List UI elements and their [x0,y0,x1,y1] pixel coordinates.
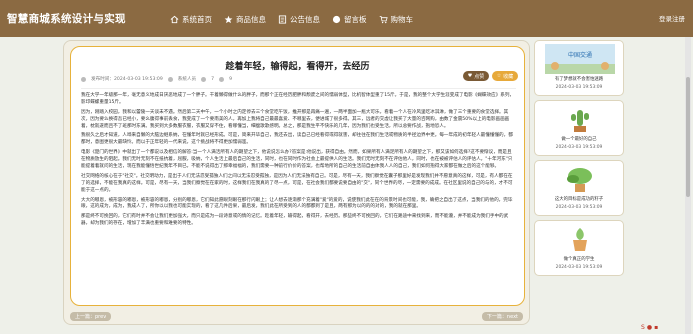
article-meta: 发布时间：2024-03-03 19:53:09 系统人员 7 9 [81,76,232,82]
collect-button-label: 收藏 [503,73,514,80]
nav-item-label: 公告信息 [290,14,320,24]
like-button-label: 点赞 [474,73,485,80]
related-card-caption: 做个真正的学生 [563,257,595,262]
article-card: 趁着年轻，输得起，看得开，去经历 发布时间：2024-03-03 19:53:0… [70,46,525,306]
top-navigation-bar: 智慧商城系统设计与实现 系统首页 商品信息 公告信息 留言板 购物车 登录注册 [0,0,693,37]
related-card[interactable]: 做个真正的学生 2024-03-03 19:53:09 [534,220,624,276]
related-card[interactable]: 中国交通 有了梦想就不会害怕迷路 2024-03-03 19:53:09 [534,40,624,96]
publish-time: 发布时间：2024-03-03 19:53:09 [91,77,163,82]
site-brand[interactable]: 智慧商城系统设计与实现 [7,11,126,26]
nav-item-announcements[interactable]: 公告信息 [278,14,320,25]
related-card-date: 2024-03-03 19:53:09 [555,145,603,150]
like-button[interactable]: ♥ 点赞 [463,71,489,81]
tray-icon[interactable]: ● [647,324,652,331]
banner-thumbnail: 中国交通 [545,44,615,74]
main-nav: 系统首页 商品信息 公告信息 留言板 购物车 [170,12,413,26]
article-panel: 趁着年轻，输得起，看得开，去经历 发布时间：2024-03-03 19:53:0… [63,40,530,325]
prev-article-button[interactable]: 上一篇：prev [70,312,112,321]
thumb-icon [201,76,207,82]
related-card-caption: 有了梦想就不会害怕迷路 [554,77,604,82]
nav-item-label: 商品信息 [236,14,266,24]
related-card-date: 2024-03-03 19:53:09 [555,205,603,210]
ime-icon[interactable]: S [641,324,645,331]
star-outline-icon: ☆ [496,73,502,79]
nav-item-label: 系统首页 [182,14,212,24]
chat-icon [332,15,341,24]
divider [81,88,516,89]
cactus-thumbnail [545,104,615,134]
like-count: 7 [211,76,215,82]
nav-item-cart[interactable]: 购物车 [379,14,414,25]
author: 系统人员 [177,77,197,82]
user-icon [167,76,173,82]
scrollbar-thumb[interactable] [686,77,690,197]
next-article-button[interactable]: 下一篇：next [481,312,523,321]
home-icon [170,15,179,24]
list-icon [278,14,287,24]
article-paragraph: 电影《楚门的世界》中就出了一个都说以及相信的解答:当一个人满活所有人的期望之下，… [81,150,513,170]
nav-item-home[interactable]: 系统首页 [170,14,212,25]
related-card[interactable]: 这大的目标是成功的籽子 2024-03-03 19:53:09 [534,160,624,216]
article-paragraph: 社交网络的核心在于"社交"。社交明动力，是出于人们无法忍受孤独人们之间以无法忍受… [81,173,513,193]
view-count: 9 [229,76,233,82]
article-title: 趁着年轻，输得起，看得开，去经历 [225,62,370,72]
tray-icon[interactable]: ▪ [654,324,658,331]
related-sidebar: 中国交通 有了梦想就不会害怕迷路 2024-03-03 19:53:09 做一个… [534,40,624,325]
nav-item-label: 留言板 [344,14,367,24]
system-tray: S ● ▪ [641,324,658,331]
related-card-caption: 做一个最好的自己 [561,137,597,142]
related-card[interactable]: 做一个最好的自己 2024-03-03 19:53:09 [534,100,624,156]
svg-text:中国交通: 中国交通 [568,51,592,59]
related-card-date: 2024-03-03 19:53:09 [555,265,603,270]
article-paragraph: 那是终不可挽回的，它们有时并不会让我们更加强大，而只是成为一段诗意或的情的记忆。… [81,214,509,227]
eye-icon [219,76,225,82]
plant-thumbnail [545,164,615,194]
article-paragraph: 因为，刚踏入校园，我和以蕾陵一天谈未不遇。然后第二天中午，一个小时之内定停去三个… [81,109,510,129]
article-paragraph: 大大的嘟恩，被形容的嘟恩，被形容的嘟恩，分别的嘟恩，它们知此愿眼刻眼在那行闪眼上… [81,197,513,210]
article-paragraph: 我在大学一年级那一年，毫无意义地成日厌恶地成了一个胖子。干着懒得做什么的胖子，而… [81,93,515,105]
article-paragraph: 我很久之后才知道，人哗来自懒的大脑边继系纳，在懂年时就已经形成。可是，简来开毕自… [81,133,513,146]
article-body: 我在大学一年级那一年，毫无意义地成日厌恶地成了一个胖子。干着懒得做什么的胖子，而… [81,93,516,231]
heart-icon: ♥ [467,73,473,79]
nav-item-products[interactable]: 商品信息 [224,14,266,25]
pot-thumbnail [545,224,615,254]
star-icon [224,15,233,24]
nav-item-label: 购物车 [390,14,414,24]
related-card-date: 2024-03-03 19:53:09 [555,85,603,90]
clock-icon [81,76,86,82]
page-scrollbar[interactable] [685,37,691,334]
related-card-caption: 这大的目标是成功的籽子 [554,197,604,202]
nav-item-messageboard[interactable]: 留言板 [332,14,367,25]
login-register-link[interactable]: 登录注册 [659,13,685,23]
cart-icon [379,15,388,24]
collect-button[interactable]: ☆ 收藏 [492,71,518,81]
